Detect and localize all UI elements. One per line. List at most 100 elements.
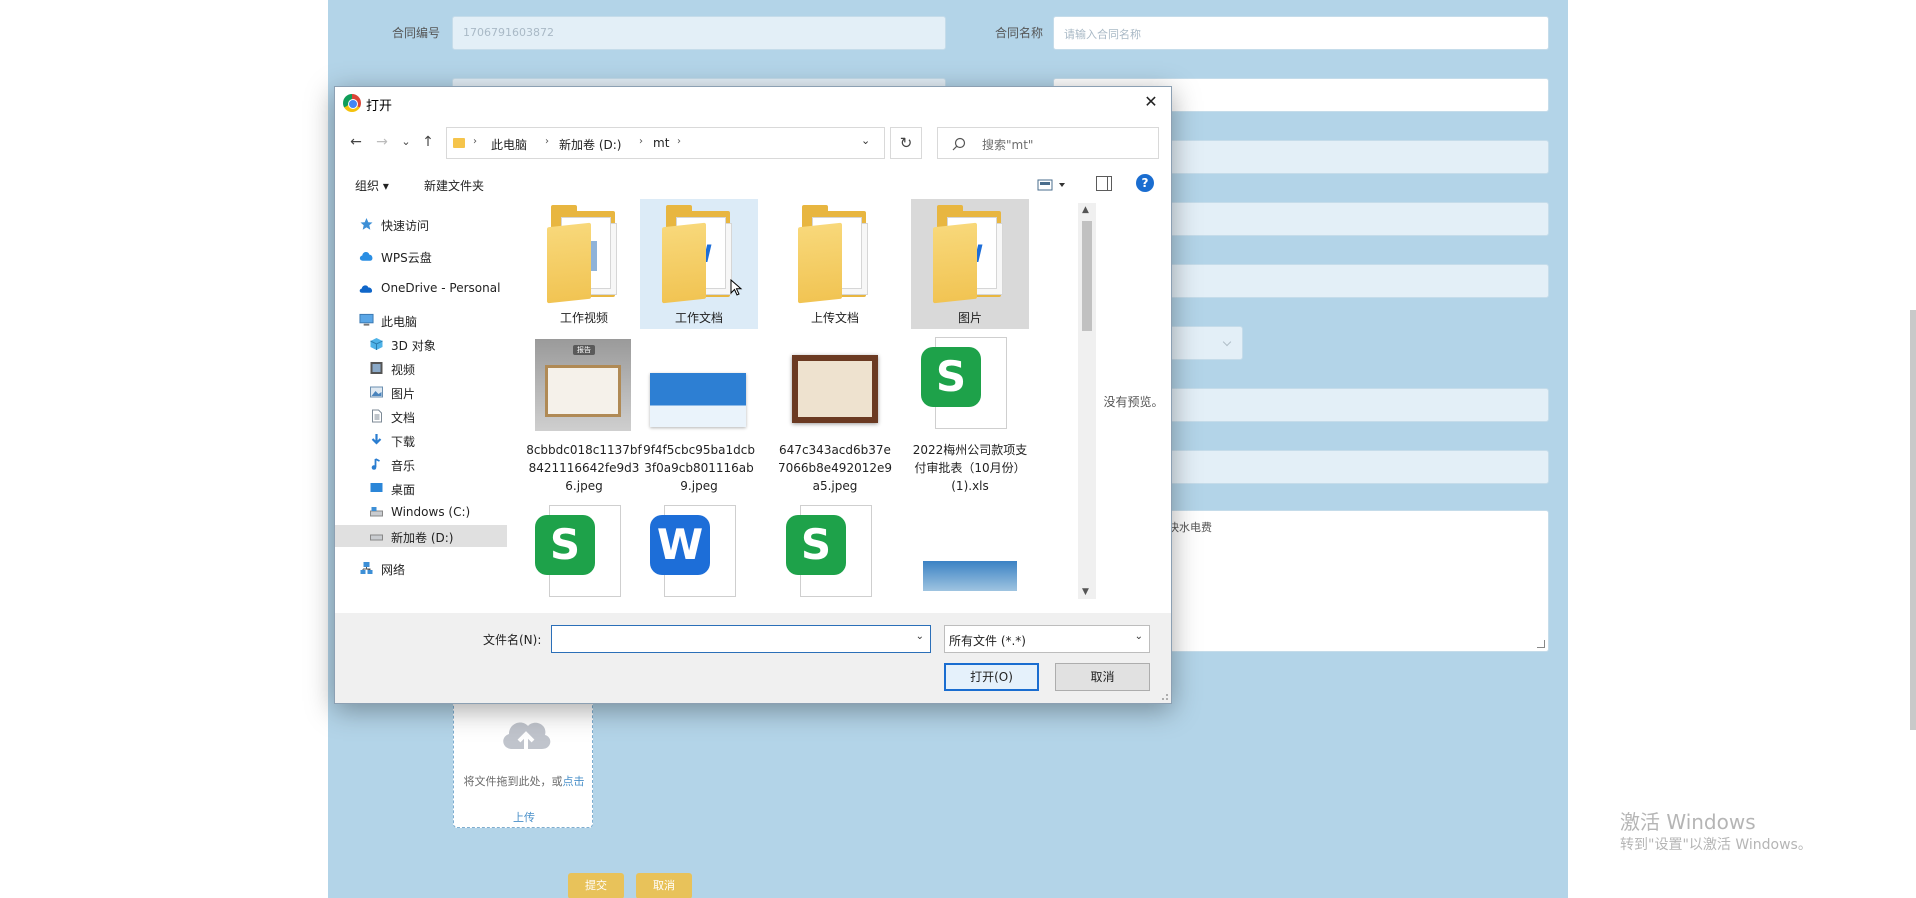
- csdn-watermark: CSDN @毕业程序员: [1584, 853, 1915, 894]
- filename-input[interactable]: ⌄: [551, 625, 931, 653]
- desktop-icon: [370, 483, 383, 492]
- image-file-item[interactable]: 647c343acd6b37e7066b8e492012e9a5.jpeg: [776, 333, 894, 499]
- sidebar-item-drive-c[interactable]: Windows (C:): [335, 501, 507, 523]
- sidebar-item-network[interactable]: 网络: [335, 557, 507, 579]
- preview-pane-icon[interactable]: [1096, 176, 1112, 191]
- image-thumbnail: 报告: [535, 339, 631, 431]
- sidebar-item-drive-d[interactable]: 新加卷 (D:): [335, 525, 507, 547]
- wps-spreadsheet-icon: S: [915, 335, 1011, 431]
- file-item-partial[interactable]: W: [640, 501, 758, 599]
- picture-icon: [370, 386, 383, 398]
- breadcrumb-this-pc[interactable]: 此电脑: [491, 136, 527, 153]
- command-toolbar: 组织 ▾ 新建文件夹 ?: [335, 167, 1171, 201]
- activate-windows-title: 激活 Windows: [1620, 810, 1756, 834]
- folder-item-work-docs[interactable]: W 工作文档: [640, 199, 758, 329]
- folder-item-videos[interactable]: 工作视频: [525, 199, 643, 329]
- recent-locations-icon[interactable]: ⌄: [397, 133, 415, 151]
- chevron-down-icon: ⌄: [1134, 631, 1143, 642]
- dialog-titlebar[interactable]: 打开 ✕: [335, 87, 1171, 119]
- star-icon: [360, 218, 373, 230]
- sidebar-item-downloads[interactable]: 下载: [335, 429, 507, 451]
- upload-click-link[interactable]: 点击: [563, 775, 585, 788]
- address-bar[interactable]: › 此电脑 › 新加卷 (D:) › mt › ⌄: [446, 127, 885, 159]
- document-icon: [372, 409, 382, 423]
- search-input[interactable]: 搜索"mt": [937, 127, 1159, 159]
- wps-spreadsheet-icon: S: [780, 503, 876, 599]
- open-button[interactable]: 打开(O): [944, 663, 1039, 691]
- page-scrollbar[interactable]: [1910, 310, 1916, 730]
- chevron-down-icon[interactable]: ⌄: [916, 631, 924, 642]
- mouse-cursor-icon: [730, 279, 743, 296]
- download-icon: [371, 434, 382, 445]
- new-folder-button[interactable]: 新建文件夹: [424, 177, 484, 194]
- resize-grip-icon[interactable]: [1537, 640, 1545, 648]
- form-cancel-button[interactable]: 取消: [636, 873, 692, 898]
- onedrive-icon: [359, 285, 373, 293]
- help-icon[interactable]: ?: [1136, 174, 1154, 192]
- sidebar-item-music[interactable]: 音乐: [335, 453, 507, 475]
- scroll-up-icon[interactable]: ▲: [1082, 205, 1089, 215]
- folder-item-uploads[interactable]: S 上传文档: [776, 199, 894, 329]
- folder-item-pictures[interactable]: W 图片: [911, 199, 1029, 329]
- search-placeholder: 搜索"mt": [982, 138, 1034, 152]
- image-thumbnail: [792, 355, 878, 423]
- organize-menu-button[interactable]: 组织 ▾: [355, 177, 389, 194]
- breadcrumb-drive-d[interactable]: 新加卷 (D:): [559, 136, 621, 153]
- sidebar-item-3d-objects[interactable]: 3D 对象: [335, 333, 507, 355]
- sidebar-item-quick-access[interactable]: 快速访问: [335, 213, 507, 235]
- folder-icon: [545, 205, 621, 304]
- sidebar-item-desktop[interactable]: 桌面: [335, 477, 507, 499]
- breadcrumb-mt[interactable]: mt: [653, 136, 669, 150]
- open-file-dialog: 打开 ✕ ← → ⌄ ↑ › 此电脑 › 新加卷 (D:) › mt › ⌄ ↻…: [334, 86, 1172, 704]
- upload-hint: 将文件拖到此处，或点击: [463, 775, 585, 788]
- upload-word[interactable]: 上传: [454, 809, 594, 825]
- sidebar-item-documents[interactable]: 文档: [335, 405, 507, 427]
- upload-dropzone[interactable]: 将文件拖到此处，或点击 上传: [453, 700, 593, 828]
- folder-icon: S: [796, 205, 872, 304]
- forward-arrow-icon[interactable]: →: [373, 133, 391, 151]
- file-list: 工作视频 W 工作文档 S 上传文档 W 图片: [513, 199, 1078, 599]
- folder-icon: [453, 138, 465, 148]
- preview-pane-text: 没有预览。: [1103, 395, 1164, 409]
- cloud-icon: [359, 252, 373, 261]
- up-arrow-icon[interactable]: ↑: [419, 133, 437, 151]
- cancel-button[interactable]: 取消: [1055, 663, 1150, 691]
- folder-icon: W: [931, 205, 1007, 304]
- xls-file-item[interactable]: S 2022梅州公司款项支付审批表（10月份） (1).xls: [911, 333, 1029, 499]
- file-item-partial[interactable]: S: [776, 501, 894, 599]
- submit-button[interactable]: 提交: [568, 873, 624, 898]
- image-thumbnail: [923, 561, 1017, 591]
- scroll-down-icon[interactable]: ▼: [1082, 587, 1089, 597]
- file-item-partial[interactable]: [911, 501, 1029, 599]
- image-file-item[interactable]: 9f4f5cbc95ba1dcb3f0a9cb801116ab9.jpeg: [640, 333, 758, 499]
- sidebar-item-pictures[interactable]: 图片: [335, 381, 507, 403]
- file-type-select[interactable]: 所有文件 (*.*) ⌄: [944, 625, 1150, 653]
- sidebar-item-wps-cloud[interactable]: WPS云盘: [335, 245, 507, 267]
- contract-name-field[interactable]: 请输入合同名称: [1053, 16, 1549, 50]
- refresh-icon[interactable]: ↻: [890, 127, 922, 159]
- sidebar-item-onedrive[interactable]: OneDrive - Personal: [335, 277, 507, 299]
- chevron-down-icon[interactable]: ⌄: [861, 134, 870, 147]
- contract-name-label: 合同名称: [994, 26, 1043, 40]
- drive-icon: [370, 507, 383, 517]
- cloud-upload-icon: [503, 722, 551, 753]
- navigation-bar: ← → ⌄ ↑ › 此电脑 › 新加卷 (D:) › mt › ⌄ ↻ 搜索"m…: [335, 123, 1171, 161]
- close-icon[interactable]: ✕: [1131, 87, 1171, 117]
- cube-icon: [370, 338, 383, 350]
- navigation-pane: 快速访问 WPS云盘 OneDrive - Personal 此电脑 3D 对象…: [335, 213, 507, 600]
- sidebar-item-this-pc[interactable]: 此电脑: [335, 309, 507, 331]
- music-icon: [371, 458, 380, 470]
- change-view-icon[interactable]: [1037, 177, 1067, 193]
- wps-writer-icon: W: [644, 503, 740, 599]
- sidebar-item-videos[interactable]: 视频: [335, 357, 507, 379]
- contract-no-field[interactable]: 1706791603872: [452, 16, 946, 50]
- contract-no-label: 合同编号: [391, 26, 440, 40]
- search-icon: [952, 137, 966, 151]
- video-icon: [370, 362, 383, 374]
- image-file-item[interactable]: 报告 8cbbdc018c1137bf8421116642fe9d36.jpeg: [525, 333, 643, 499]
- back-arrow-icon[interactable]: ←: [347, 133, 365, 151]
- resize-grip-icon[interactable]: [1159, 691, 1169, 701]
- file-item-partial[interactable]: S: [525, 501, 643, 599]
- image-thumbnail: [650, 373, 746, 427]
- file-list-scrollbar[interactable]: ▲ ▼: [1078, 203, 1096, 599]
